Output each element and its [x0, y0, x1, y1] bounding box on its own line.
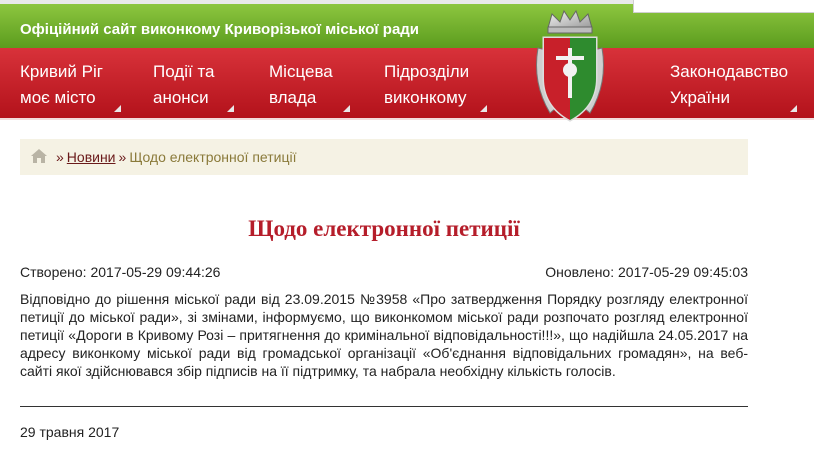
main-navigation: Кривий Ріг моє місто Події та анонси Міс… — [0, 48, 814, 118]
submenu-arrow-icon — [227, 105, 234, 112]
header-search-stub — [633, 0, 814, 13]
nav-item-legislation[interactable]: Законодавство України — [670, 59, 797, 112]
article-body: Відповідно до рішення міської ради від 2… — [20, 291, 748, 379]
nav-item-label: Події та — [153, 62, 215, 81]
breadcrumb-separator: » — [118, 149, 127, 165]
nav-item-departments[interactable]: Підрозділи виконкому — [384, 59, 487, 112]
nav-item-label: Законодавство — [670, 62, 789, 81]
nav-divider — [0, 118, 814, 120]
nav-item-label: Місцева — [269, 62, 333, 81]
nav-item-local-government[interactable]: Місцева влада — [269, 59, 350, 112]
article-date: 29 травня 2017 — [20, 424, 120, 440]
submenu-arrow-icon — [790, 105, 797, 112]
content-divider — [20, 406, 748, 407]
city-crest-icon[interactable] — [530, 8, 610, 128]
nav-item-kryvyi-rih[interactable]: Кривий Ріг моє місто — [20, 59, 121, 112]
nav-item-label: Підрозділи — [384, 62, 470, 81]
submenu-arrow-icon — [343, 105, 350, 112]
page-title: Щодо електронної петиції — [248, 216, 520, 241]
nav-item-events[interactable]: Події та анонси — [153, 59, 234, 112]
site-title[interactable]: Офіційний сайт виконкому Криворізької мі… — [20, 21, 419, 38]
submenu-arrow-icon — [114, 105, 121, 112]
home-icon[interactable] — [30, 148, 48, 164]
submenu-arrow-icon — [480, 105, 487, 112]
breadcrumb: » Новини» Щодо електронної петиції — [20, 139, 748, 175]
nav-item-label: виконкому — [384, 88, 467, 107]
nav-item-label: влада — [269, 88, 317, 107]
updated-date: Оновлено: 2017-05-29 09:45:03 — [545, 264, 748, 280]
nav-item-label: Кривий Ріг — [20, 62, 103, 81]
created-date: Створено: 2017-05-29 09:44:26 — [20, 264, 221, 280]
nav-item-label: України — [670, 88, 730, 107]
breadcrumb-current: Щодо електронної петиції — [129, 149, 297, 165]
breadcrumb-separator: » — [56, 149, 64, 165]
nav-item-label: анонси — [153, 88, 209, 107]
breadcrumb-link-news[interactable]: Новини — [67, 149, 116, 165]
nav-item-label: моє місто — [20, 88, 96, 107]
breadcrumb-trail: » Новини» Щодо електронної петиції — [53, 149, 297, 165]
